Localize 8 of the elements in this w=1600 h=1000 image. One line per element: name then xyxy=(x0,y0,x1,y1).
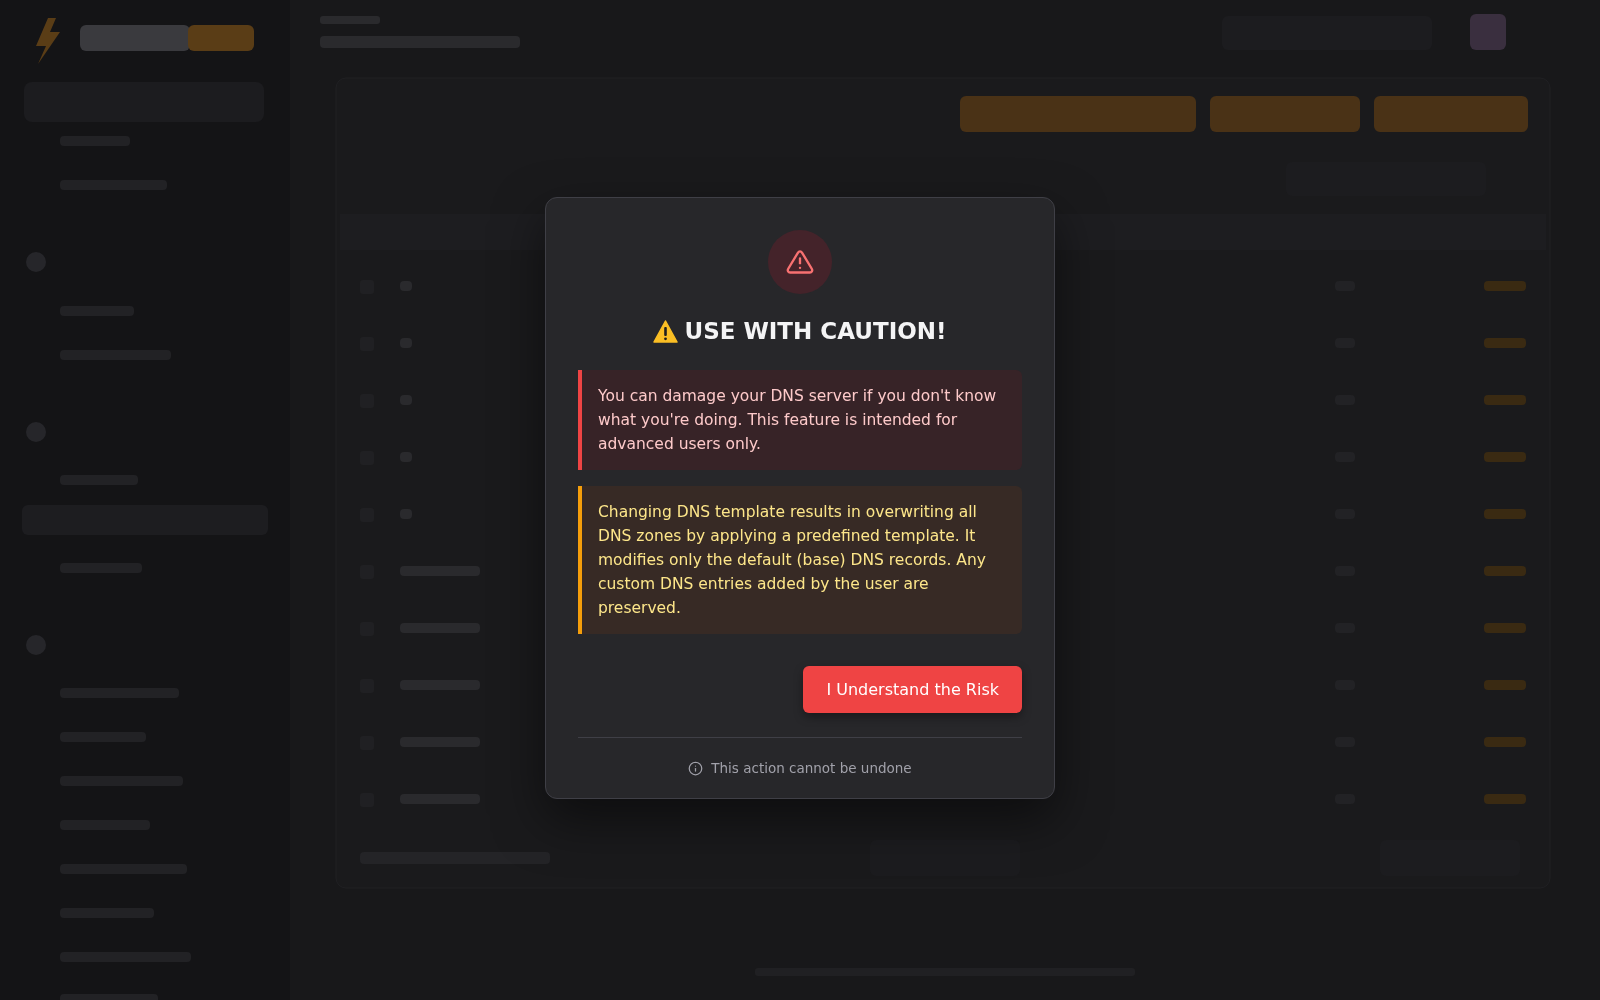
footer-note: This action cannot be undone xyxy=(711,760,912,776)
warning-alert: Changing DNS template results in overwriting all DNS zones by applying a predefined template. It modifies only the default (base) DNS records. Any custom DNS entries added by the user are preserved. xyxy=(578,486,1022,634)
confirm-button[interactable]: I Understand the Risk xyxy=(803,666,1022,713)
warning-triangle-icon xyxy=(786,248,814,276)
dialog-title: USE WITH CAUTION! xyxy=(684,318,947,344)
danger-alert: You can damage your DNS server if you don't know what you're doing. This feature is intended for advanced users only. xyxy=(578,370,1022,470)
warning-sign-icon xyxy=(653,319,679,343)
info-icon xyxy=(688,760,704,776)
